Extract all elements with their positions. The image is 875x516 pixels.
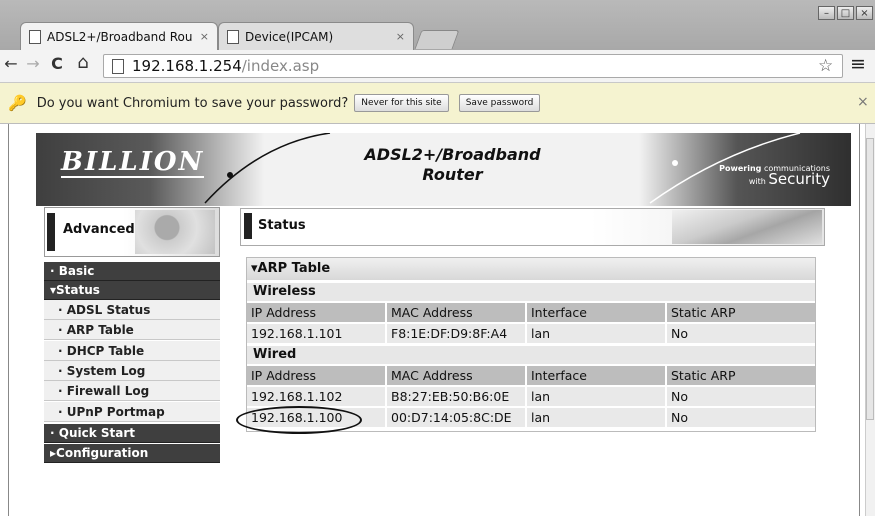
cell-interface: lan [527, 324, 667, 343]
infobar-close-icon[interactable]: × [857, 94, 869, 110]
cell-interface: lan [527, 408, 667, 427]
menu-adsl-status[interactable]: · ADSL Status [44, 300, 220, 320]
advanced-marker [47, 213, 55, 251]
close-window-button[interactable]: × [856, 6, 873, 20]
infobar-message: Do you want Chromium to save your passwo… [36, 95, 349, 111]
cell-mac: B8:27:EB:50:B6:0E [387, 387, 527, 406]
tab-label: ADSL2+/Broadband Rou [47, 29, 193, 44]
scrollbar-thumb[interactable] [866, 138, 874, 420]
page-icon [227, 29, 239, 44]
status-title: Status [258, 218, 306, 233]
reload-icon[interactable]: C [46, 54, 68, 73]
banner-title-line1: ADSL2+/Broadband [364, 145, 541, 164]
cell-ip: 192.168.1.101 [247, 324, 387, 343]
col-mac-address: MAC Address [387, 303, 527, 322]
menu-system-log[interactable]: · System Log [44, 361, 220, 381]
menu-upnp-portmap[interactable]: · UPnP Portmap [44, 402, 220, 422]
table-row: 192.168.1.102 B8:27:EB:50:B6:0E lan No [247, 387, 815, 406]
powering-slogan: Powering communications with Security [700, 164, 830, 187]
home-icon[interactable]: ⌂ [72, 52, 94, 73]
arp-table-title[interactable]: ▾ARP Table [247, 258, 815, 280]
table-header-row: IP Address MAC Address Interface Static … [247, 366, 815, 385]
tab-router[interactable]: ADSL2+/Broadband Rou × [20, 22, 218, 50]
page-icon [112, 58, 124, 74]
cell-interface: lan [527, 387, 667, 406]
col-static-arp: Static ARP [671, 368, 736, 383]
col-ip-address: IP Address [247, 303, 387, 322]
tab-close-icon[interactable]: × [396, 30, 405, 43]
cell-static-arp: No [671, 389, 688, 404]
page-icon [29, 29, 41, 44]
menu-quick-start[interactable]: · Quick Start [44, 424, 220, 443]
advanced-image [135, 210, 215, 254]
banner-title-line2: Router [422, 165, 483, 184]
menu-configuration[interactable]: ▸Configuration [44, 444, 220, 463]
save-password-button[interactable]: Save password [458, 94, 541, 112]
col-ip-address: IP Address [247, 366, 387, 385]
table-header-row: IP Address MAC Address Interface Static … [247, 303, 815, 322]
menu-icon[interactable]: ≡ [850, 53, 866, 75]
menu-status[interactable]: ▾Status [44, 281, 220, 300]
maximize-button[interactable]: □ [837, 6, 854, 20]
billion-logo: BILLION [61, 147, 205, 178]
banner-title: ADSL2+/Broadband Router [340, 145, 565, 185]
tab-close-icon[interactable]: × [200, 30, 209, 43]
forward-icon[interactable]: → [22, 54, 44, 73]
col-mac-address: MAC Address [387, 366, 527, 385]
cell-mac: 00:D7:14:05:8C:DE [387, 408, 527, 427]
cell-ip: 192.168.1.102 [247, 387, 387, 406]
cell-static-arp: No [671, 410, 688, 425]
with-text: with [748, 177, 766, 186]
advanced-label: Advanced [63, 222, 135, 237]
wired-section: Wired [247, 346, 815, 364]
back-icon[interactable]: ← [0, 54, 22, 73]
password-infobar: 🔑 Do you want Chromium to save your pass… [0, 83, 875, 124]
never-for-this-site-button[interactable]: Never for this site [354, 94, 449, 112]
col-interface: Interface [527, 303, 667, 322]
table-row: 192.168.1.101 F8:1E:DF:D9:8F:A4 lan No [247, 324, 815, 343]
col-interface: Interface [527, 366, 667, 385]
col-static-arp: Static ARP [671, 305, 736, 320]
address-bar[interactable]: 192.168.1.254/index.asp [103, 54, 843, 78]
bookmark-star-icon[interactable]: ☆ [818, 56, 833, 76]
url-path: /index.asp [241, 57, 320, 75]
new-tab-button[interactable] [414, 30, 460, 49]
powering-text: Powering [719, 164, 762, 173]
menu-firewall-log[interactable]: · Firewall Log [44, 381, 220, 401]
cell-static-arp: No [671, 326, 688, 341]
cell-mac: F8:1E:DF:D9:8F:A4 [387, 324, 527, 343]
tab-label: Device(IPCAM) [245, 29, 334, 44]
tab-ipcam[interactable]: Device(IPCAM) × [218, 22, 414, 50]
menu-basic[interactable]: · Basic [44, 262, 220, 281]
office-image [672, 210, 822, 244]
menu-arp-table[interactable]: · ARP Table [44, 320, 220, 340]
url-host: 192.168.1.254 [132, 57, 242, 75]
key-icon: 🔑 [8, 94, 27, 112]
security-text: Security [768, 170, 830, 188]
wireless-section: Wireless [247, 283, 815, 301]
minimize-button[interactable]: – [818, 6, 835, 20]
menu-dhcp-table[interactable]: · DHCP Table [44, 341, 220, 361]
highlight-oval [236, 406, 362, 434]
status-marker [244, 213, 252, 239]
